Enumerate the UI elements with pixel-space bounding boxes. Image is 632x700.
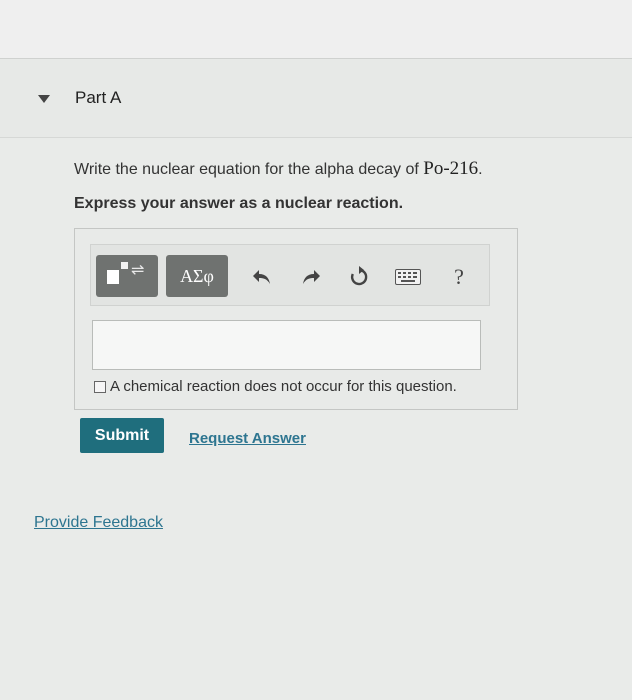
redo-icon	[303, 270, 320, 284]
templates-icon	[107, 270, 119, 284]
submit-button[interactable]: Submit	[80, 418, 164, 453]
answer-input[interactable]	[92, 320, 481, 370]
isotope-label: Po-216	[423, 158, 479, 179]
top-band	[0, 0, 632, 58]
equilibrium-arrows-icon: ⇌	[131, 260, 145, 279]
question-period: .	[478, 161, 483, 178]
reset-icon	[350, 266, 368, 286]
question-text: Write the nuclear equation for the alpha…	[74, 158, 483, 180]
no-reaction-label[interactable]: A chemical reaction does not occur for t…	[110, 378, 457, 395]
redo-button[interactable]	[298, 264, 324, 290]
reset-button[interactable]	[346, 264, 372, 290]
no-reaction-checkbox[interactable]	[94, 381, 106, 393]
answer-instruction: Express your answer as a nuclear reactio…	[74, 195, 404, 212]
provide-feedback-link[interactable]: Provide Feedback	[34, 514, 163, 532]
keyboard-icon	[395, 269, 421, 285]
greek-symbols-button[interactable]: ΑΣφ	[166, 255, 228, 297]
request-answer-link[interactable]: Request Answer	[189, 430, 306, 447]
question-prompt: Write the nuclear equation for the alpha…	[74, 161, 424, 178]
keyboard-button[interactable]	[395, 264, 421, 290]
undo-icon	[253, 270, 270, 284]
part-title[interactable]: Part A	[75, 88, 121, 108]
undo-button[interactable]	[249, 264, 275, 290]
help-button[interactable]: ?	[446, 264, 472, 290]
collapse-caret-icon[interactable]	[38, 95, 50, 103]
templates-superscript-box	[121, 262, 128, 269]
